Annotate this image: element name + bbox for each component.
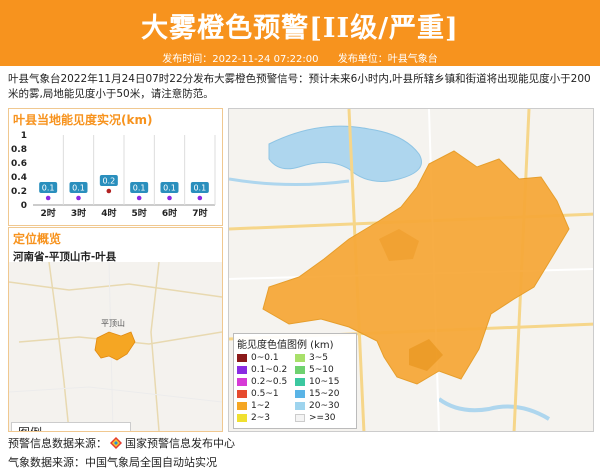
overview-legend: 图例 国界 省界 — [11, 422, 131, 431]
footer-weather-source: 气象数据来源： 中国气象局全国自动站实况 — [8, 454, 217, 470]
y-tick-label: 1 — [21, 131, 27, 141]
legend-item: 2~3 — [237, 412, 295, 423]
visibility-legend-title: 能见度色值图例 (km) — [237, 340, 334, 351]
legend-label: 0.5~1 — [251, 388, 279, 399]
visibility-legend-grid: 0~0.1 3~5 0.1~0.2 5~10 0.2~0.5 10~15 0.5~1 15~2… — [237, 352, 353, 423]
legend-swatch — [237, 389, 247, 398]
publish-time: 发布时间：2022-11-24 07:22:00 — [162, 54, 319, 65]
value-label: 0.1 — [133, 184, 146, 193]
warning-center-logo-icon — [110, 437, 122, 449]
value-label: 0.1 — [42, 184, 55, 193]
legend-swatch — [237, 377, 247, 386]
legend-label: 0.1~0.2 — [251, 364, 288, 375]
legend-label: 10~15 — [309, 376, 340, 387]
data-point — [45, 195, 51, 201]
overview-map[interactable]: 平顶山 图例 国界 省界 — [9, 262, 222, 431]
legend-swatch — [237, 401, 247, 410]
legend-item: >=30 — [295, 412, 353, 423]
warning-meta: 发布时间：2022-11-24 07:22:00 发布单位：叶县气象台 — [0, 50, 600, 65]
visibility-chart-panel: 叶县当地能见度实况(km) 0 0.2 0.4 0.6 0.8 1 0.1 2时 0.1 3时 0.… — [8, 108, 223, 226]
overview-legend-title: 图例 — [12, 423, 130, 431]
data-point — [197, 195, 203, 201]
source2-value: 中国气象局全国自动站实况 — [85, 456, 217, 469]
source2-label: 气象数据来源： — [8, 456, 85, 469]
legend-label: 1~2 — [251, 400, 270, 411]
data-point — [167, 195, 172, 201]
legend-label: 0.2~0.5 — [251, 376, 288, 387]
x-tick-label: 2时 — [41, 207, 56, 219]
x-tick-label: 3时 — [71, 207, 86, 219]
y-tick-label: 0.4 — [11, 173, 27, 183]
legend-swatch — [295, 413, 305, 422]
x-tick-label: 4时 — [101, 207, 116, 219]
visibility-chart: 0 0.2 0.4 0.6 0.8 1 0.1 2时 0.1 3时 0.2 4时 0.1 5时 0.1 6时 0… — [11, 131, 216, 219]
warning-description: 叶县气象台2022年11月24日07时22分发布大雾橙色预警信号：预计未来6小时… — [8, 73, 591, 100]
legend-item: 3~5 — [295, 352, 353, 363]
value-label: 0.1 — [163, 184, 176, 193]
footer-warning-source: 预警信息数据来源： 国家预警信息发布中心 — [8, 435, 235, 451]
x-tick-label: 6时 — [162, 207, 177, 219]
legend-label: 2~3 — [251, 412, 270, 423]
legend-swatch — [295, 377, 305, 386]
y-tick-label: 0.8 — [11, 145, 27, 155]
value-label: 0.1 — [72, 184, 85, 193]
source1-label: 预警信息数据来源： — [8, 437, 107, 450]
legend-label: 5~10 — [309, 364, 334, 375]
y-tick-label: 0.6 — [11, 159, 27, 169]
legend-item: 10~15 — [295, 376, 353, 387]
value-label: 0.2 — [102, 177, 115, 186]
legend-label: 20~30 — [309, 400, 340, 411]
legend-item: 15~20 — [295, 388, 353, 399]
value-label: 0.1 — [193, 184, 206, 193]
legend-swatch — [237, 353, 247, 362]
data-point — [106, 188, 112, 194]
location-panel-title: 定位概览 — [13, 232, 62, 246]
legend-label: >=30 — [309, 412, 336, 423]
warning-header: 大雾橙色预警[II级/严重] 发布时间：2022-11-24 07:22:00 … — [0, 0, 600, 66]
legend-item: 0.5~1 — [237, 388, 295, 399]
city-label: 平顶山 — [101, 318, 125, 328]
y-tick-label: 0.2 — [11, 187, 27, 197]
legend-item: 1~2 — [237, 400, 295, 411]
publisher: 发布单位：叶县气象台 — [337, 54, 438, 65]
data-point — [76, 195, 81, 201]
legend-item: 5~10 — [295, 364, 353, 375]
legend-label: 3~5 — [309, 352, 328, 363]
source1-value[interactable]: 国家预警信息发布中心 — [125, 435, 235, 451]
legend-item: 20~30 — [295, 400, 353, 411]
legend-swatch — [295, 389, 305, 398]
legend-item: 0.1~0.2 — [237, 364, 295, 375]
legend-swatch — [295, 401, 305, 410]
overview-map-graphic: 平顶山 — [9, 262, 222, 431]
legend-item: 0.2~0.5 — [237, 376, 295, 387]
visibility-legend: 能见度色值图例 (km) 0~0.1 3~5 0.1~0.2 5~10 0.2~0.5 1… — [233, 333, 357, 429]
legend-swatch — [295, 353, 305, 362]
legend-swatch — [237, 413, 247, 422]
data-point — [136, 195, 142, 201]
legend-swatch — [237, 365, 247, 374]
legend-label: 15~20 — [309, 388, 340, 399]
y-tick-label: 0 — [21, 201, 27, 211]
location-panel: 定位概览 河南省-平顶山市-叶县 平顶山 图例 国界 省界 — [8, 227, 223, 432]
x-tick-label: 5时 — [132, 207, 147, 219]
main-map[interactable]: 能见度色值图例 (km) 0~0.1 3~5 0.1~0.2 5~10 0.2~0.5 1… — [228, 108, 594, 432]
warning-title: 大雾橙色预警[II级/严重] — [141, 13, 459, 44]
x-tick-label: 7时 — [192, 207, 207, 219]
chart-panel-title: 叶县当地能见度实况(km) — [13, 113, 153, 127]
legend-label: 0~0.1 — [251, 352, 279, 363]
legend-item: 0~0.1 — [237, 352, 295, 363]
legend-swatch — [295, 365, 305, 374]
